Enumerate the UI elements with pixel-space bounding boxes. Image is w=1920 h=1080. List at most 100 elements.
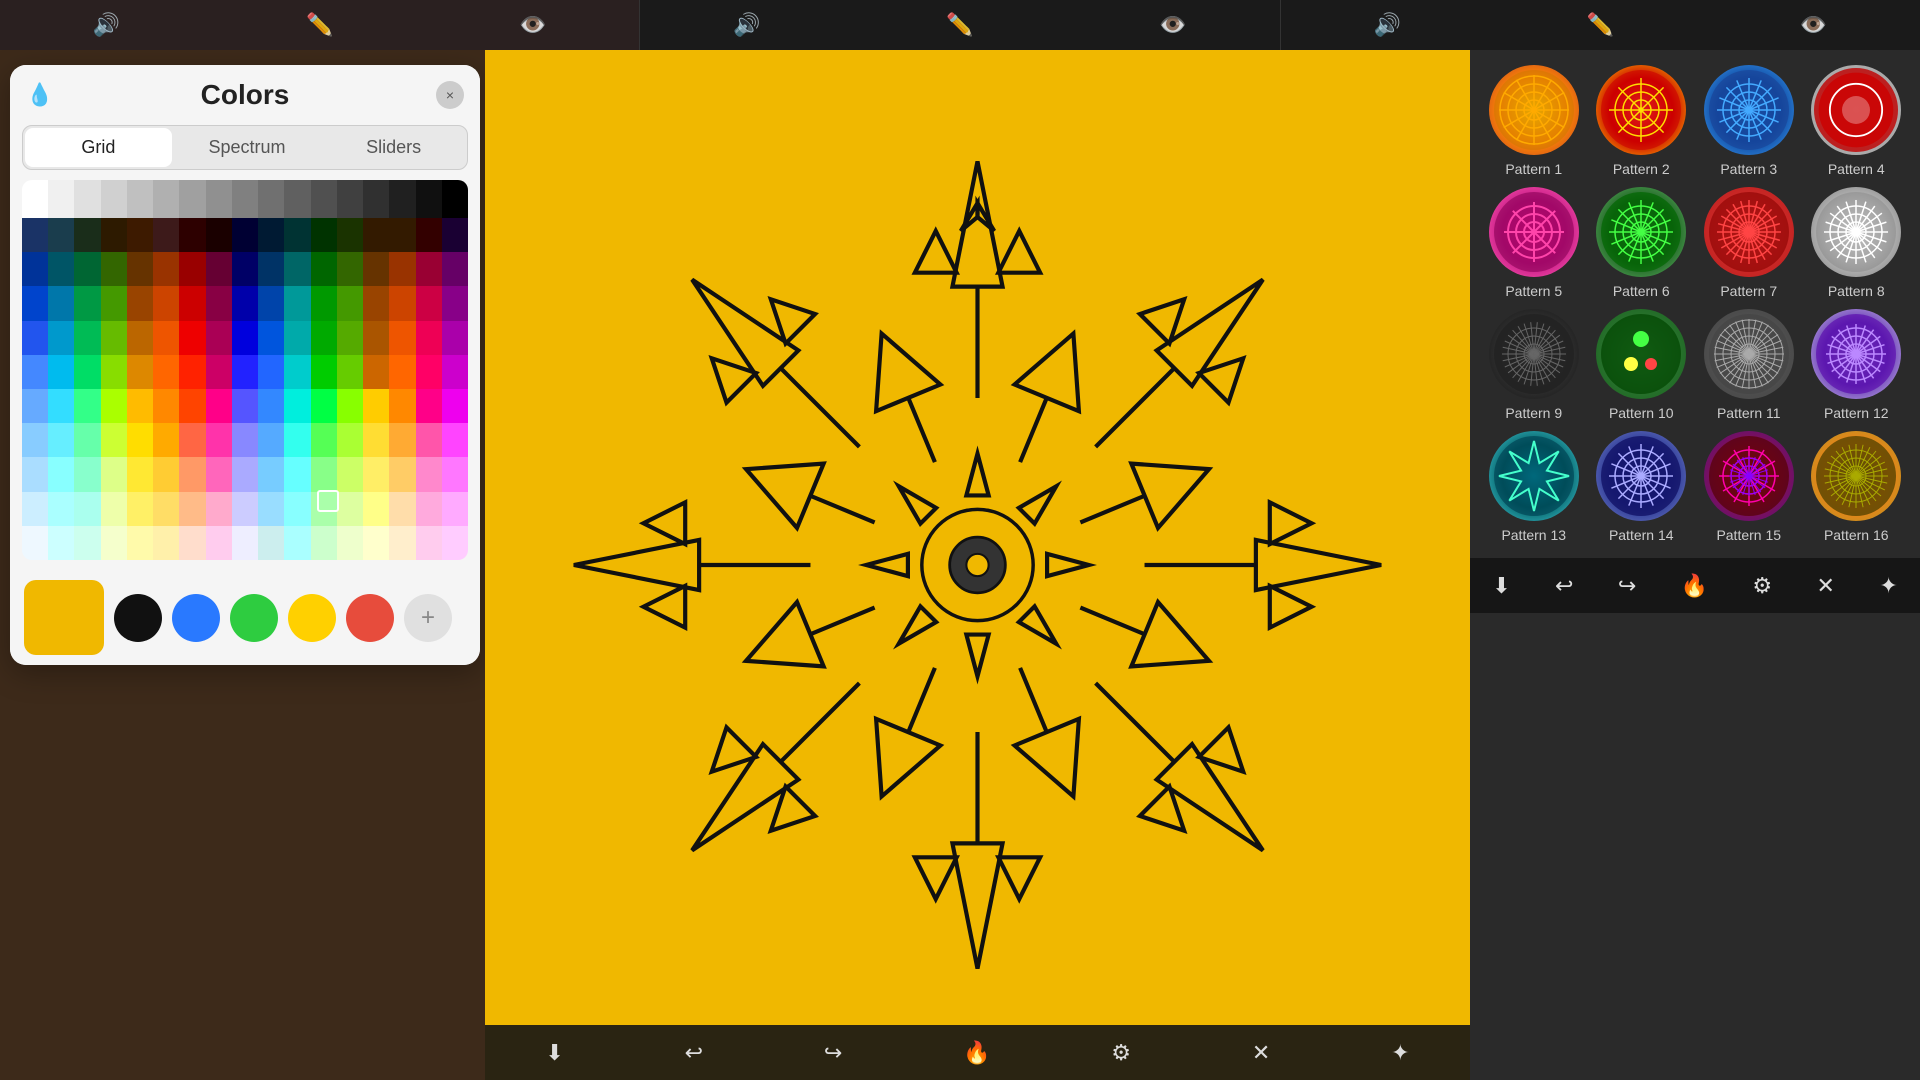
color-cell[interactable]: [232, 355, 258, 389]
color-cell[interactable]: [74, 526, 100, 560]
color-cell[interactable]: [363, 355, 389, 389]
undo-icon-canvas[interactable]: ↩: [685, 1040, 703, 1066]
color-cell[interactable]: [48, 355, 74, 389]
color-cell[interactable]: [363, 423, 389, 457]
grayscale-cell[interactable]: [416, 180, 442, 218]
swatch-yellow[interactable]: [288, 594, 336, 642]
color-cell[interactable]: [153, 492, 179, 526]
color-cell[interactable]: [284, 423, 310, 457]
fire-icon-canvas[interactable]: 🔥: [963, 1040, 990, 1066]
color-cell[interactable]: [153, 389, 179, 423]
swatch-blue[interactable]: [172, 594, 220, 642]
color-cell[interactable]: [48, 321, 74, 355]
color-cell[interactable]: [258, 492, 284, 526]
grayscale-cell[interactable]: [179, 180, 205, 218]
color-cell[interactable]: [363, 252, 389, 286]
grayscale-cell[interactable]: [153, 180, 179, 218]
pattern-item-2[interactable]: Pattern 2: [1593, 65, 1691, 177]
color-cell[interactable]: [74, 286, 100, 320]
color-cell[interactable]: [206, 457, 232, 491]
color-cell[interactable]: [74, 321, 100, 355]
color-cell[interactable]: [206, 286, 232, 320]
color-cell[interactable]: [416, 423, 442, 457]
pattern-item-4[interactable]: Pattern 4: [1808, 65, 1906, 177]
color-cell[interactable]: [74, 457, 100, 491]
color-cell[interactable]: [258, 389, 284, 423]
color-cell[interactable]: [258, 423, 284, 457]
grayscale-cell[interactable]: [258, 180, 284, 218]
color-cell[interactable]: [206, 492, 232, 526]
color-cell[interactable]: [284, 321, 310, 355]
sparkle-icon-canvas[interactable]: ✦: [1391, 1040, 1409, 1066]
color-cell[interactable]: [363, 218, 389, 252]
color-cell[interactable]: [389, 389, 415, 423]
color-cell[interactable]: [101, 457, 127, 491]
pattern-item-9[interactable]: Pattern 9: [1485, 309, 1583, 421]
grayscale-cell[interactable]: [311, 180, 337, 218]
color-cell[interactable]: [258, 286, 284, 320]
color-cell[interactable]: [416, 389, 442, 423]
color-cell[interactable]: [363, 389, 389, 423]
color-cell[interactable]: [389, 321, 415, 355]
grayscale-cell[interactable]: [363, 180, 389, 218]
color-cell[interactable]: [311, 355, 337, 389]
color-cell[interactable]: [22, 492, 48, 526]
color-cell[interactable]: [363, 321, 389, 355]
pencil-icon-right[interactable]: ✏️: [1587, 12, 1614, 38]
color-cell[interactable]: [416, 526, 442, 560]
color-cell[interactable]: [206, 526, 232, 560]
color-cell[interactable]: [74, 355, 100, 389]
color-cell[interactable]: [337, 457, 363, 491]
color-cell[interactable]: [22, 355, 48, 389]
volume-icon-left[interactable]: 🔊: [93, 12, 120, 38]
close-button[interactable]: ×: [436, 81, 464, 109]
pencil-icon-left[interactable]: ✏️: [306, 12, 333, 38]
color-cell[interactable]: [284, 218, 310, 252]
add-swatch-button[interactable]: +: [404, 594, 452, 642]
color-cell[interactable]: [337, 526, 363, 560]
color-cell[interactable]: [179, 492, 205, 526]
color-cell[interactable]: [363, 492, 389, 526]
color-cell[interactable]: [311, 423, 337, 457]
color-cell[interactable]: [311, 389, 337, 423]
download-icon-right[interactable]: ⬇: [1492, 573, 1510, 599]
color-cell[interactable]: [101, 492, 127, 526]
color-cell[interactable]: [22, 321, 48, 355]
color-cell[interactable]: [389, 355, 415, 389]
color-cell[interactable]: [206, 321, 232, 355]
grayscale-cell[interactable]: [284, 180, 310, 218]
color-cell[interactable]: [153, 526, 179, 560]
color-grid[interactable]: [22, 180, 468, 560]
color-cell[interactable]: [311, 218, 337, 252]
color-cell[interactable]: [232, 423, 258, 457]
pattern-item-16[interactable]: Pattern 16: [1808, 431, 1906, 543]
color-cell[interactable]: [284, 526, 310, 560]
color-cell[interactable]: [74, 423, 100, 457]
fire-icon-right[interactable]: 🔥: [1681, 573, 1708, 599]
color-cell[interactable]: [442, 457, 468, 491]
undo-icon-right[interactable]: ↩: [1555, 573, 1573, 599]
color-cell[interactable]: [258, 526, 284, 560]
color-cell[interactable]: [179, 526, 205, 560]
color-cell[interactable]: [232, 321, 258, 355]
color-cell[interactable]: [416, 252, 442, 286]
color-cell[interactable]: [206, 389, 232, 423]
color-cell[interactable]: [127, 218, 153, 252]
color-cell[interactable]: [416, 321, 442, 355]
settings-icon-right[interactable]: ⚙: [1752, 573, 1772, 599]
color-cell[interactable]: [363, 526, 389, 560]
color-cell[interactable]: [179, 355, 205, 389]
color-cell[interactable]: [389, 423, 415, 457]
color-cell[interactable]: [284, 286, 310, 320]
grayscale-cell[interactable]: [74, 180, 100, 218]
tab-sliders[interactable]: Sliders: [320, 126, 467, 169]
color-cell[interactable]: [363, 286, 389, 320]
color-cell[interactable]: [442, 389, 468, 423]
color-cell[interactable]: [389, 492, 415, 526]
color-cell[interactable]: [232, 526, 258, 560]
color-cell[interactable]: [416, 218, 442, 252]
color-cell[interactable]: [284, 252, 310, 286]
color-cell[interactable]: [284, 389, 310, 423]
color-cell[interactable]: [284, 492, 310, 526]
redo-icon-canvas[interactable]: ↪: [824, 1040, 842, 1066]
